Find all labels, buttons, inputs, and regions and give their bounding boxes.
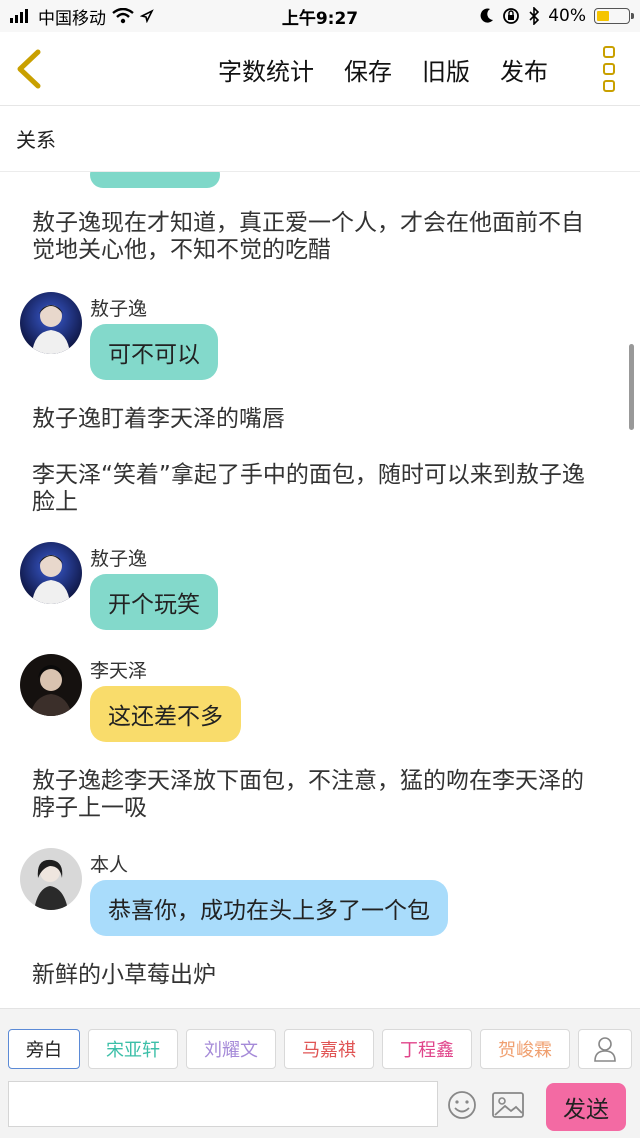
- character-chips: 旁白 宋亚轩 刘耀文 马嘉祺 丁程鑫 贺峻霖: [8, 1029, 570, 1069]
- character-chip[interactable]: 丁程鑫: [382, 1029, 472, 1069]
- nav-actions: 字数统计 保存 旧版 发布: [218, 32, 548, 106]
- avatar[interactable]: [20, 542, 82, 604]
- avatar[interactable]: [20, 292, 82, 354]
- avatar[interactable]: [20, 848, 82, 910]
- speaker-name: 李天泽: [90, 660, 148, 682]
- speaker-name: 敖子逸: [90, 298, 148, 320]
- wifi-icon: [112, 8, 134, 24]
- bluetooth-icon: [529, 7, 540, 25]
- publish-button[interactable]: 发布: [500, 52, 548, 87]
- input-bar: 旁白 宋亚轩 刘耀文 马嘉祺 丁程鑫 贺峻霖 发送: [0, 1008, 640, 1138]
- narration-text[interactable]: 李天泽“笑着”拿起了手中的面包，随时可以来到敖子逸脸上: [32, 462, 592, 516]
- battery-fill: [597, 11, 609, 21]
- add-character-button[interactable]: [578, 1029, 632, 1069]
- avatar[interactable]: [20, 654, 82, 716]
- status-left: 中国移动: [10, 4, 154, 29]
- narration-text[interactable]: 敖子逸趁李天泽放下面包，不注意，猛的吻在李天泽的脖子上一吸: [32, 768, 592, 822]
- dialog-bubble[interactable]: 可不可以: [90, 324, 218, 380]
- old-version-button[interactable]: 旧版: [422, 52, 470, 87]
- speaker-name: 本人: [90, 854, 129, 876]
- scrollbar[interactable]: [629, 344, 634, 430]
- chevron-left-icon[interactable]: [12, 48, 48, 90]
- status-right: 40%: [480, 6, 634, 26]
- character-chip[interactable]: 刘耀文: [186, 1029, 276, 1069]
- narration-text[interactable]: 敖子逸现在才知道，真正爱一个人，才会在他面前不自觉地关心他，不知不觉的吃醋: [32, 210, 592, 264]
- top-nav: 字数统计 保存 旧版 发布: [0, 32, 640, 106]
- character-chip[interactable]: 旁白: [8, 1029, 80, 1069]
- message-input[interactable]: [8, 1081, 438, 1127]
- send-button[interactable]: 发送: [546, 1083, 626, 1131]
- more-vertical-icon[interactable]: [600, 46, 618, 92]
- speaker-name: 敖子逸: [90, 548, 148, 570]
- person-icon: [594, 1037, 616, 1062]
- partial-bubble: [90, 172, 220, 188]
- narration-text[interactable]: 敖子逸盯着李天泽的嘴唇: [32, 406, 592, 433]
- emoji-icon[interactable]: [446, 1089, 478, 1121]
- word-count-button[interactable]: 字数统计: [218, 52, 314, 87]
- narration-text[interactable]: 新鲜的小草莓出炉: [32, 962, 592, 989]
- story-title: 关系: [0, 106, 640, 172]
- character-chip[interactable]: 宋亚轩: [88, 1029, 178, 1069]
- dialog-bubble[interactable]: 这还差不多: [90, 686, 241, 742]
- battery-icon: [594, 8, 634, 24]
- moon-icon: [480, 8, 494, 23]
- image-icon[interactable]: [490, 1089, 526, 1121]
- save-button[interactable]: 保存: [344, 52, 392, 87]
- character-chip[interactable]: 马嘉祺: [284, 1029, 374, 1069]
- battery-percent: 40%: [548, 6, 586, 26]
- carrier-label: 中国移动: [38, 8, 106, 29]
- dialog-bubble[interactable]: 开个玩笑: [90, 574, 218, 630]
- status-bar: 中国移动 上午9:27 40%: [0, 0, 640, 32]
- character-chip[interactable]: 贺峻霖: [480, 1029, 570, 1069]
- location-arrow-icon: [140, 9, 154, 23]
- rotation-lock-icon: [503, 8, 520, 24]
- chat-content: 敖子逸现在才知道，真正爱一个人，才会在他面前不自觉地关心他，不知不觉的吃醋 敖子…: [0, 172, 640, 1008]
- dialog-bubble[interactable]: 恭喜你，成功在头上多了一个包: [90, 880, 448, 936]
- signal-icon: [10, 9, 28, 23]
